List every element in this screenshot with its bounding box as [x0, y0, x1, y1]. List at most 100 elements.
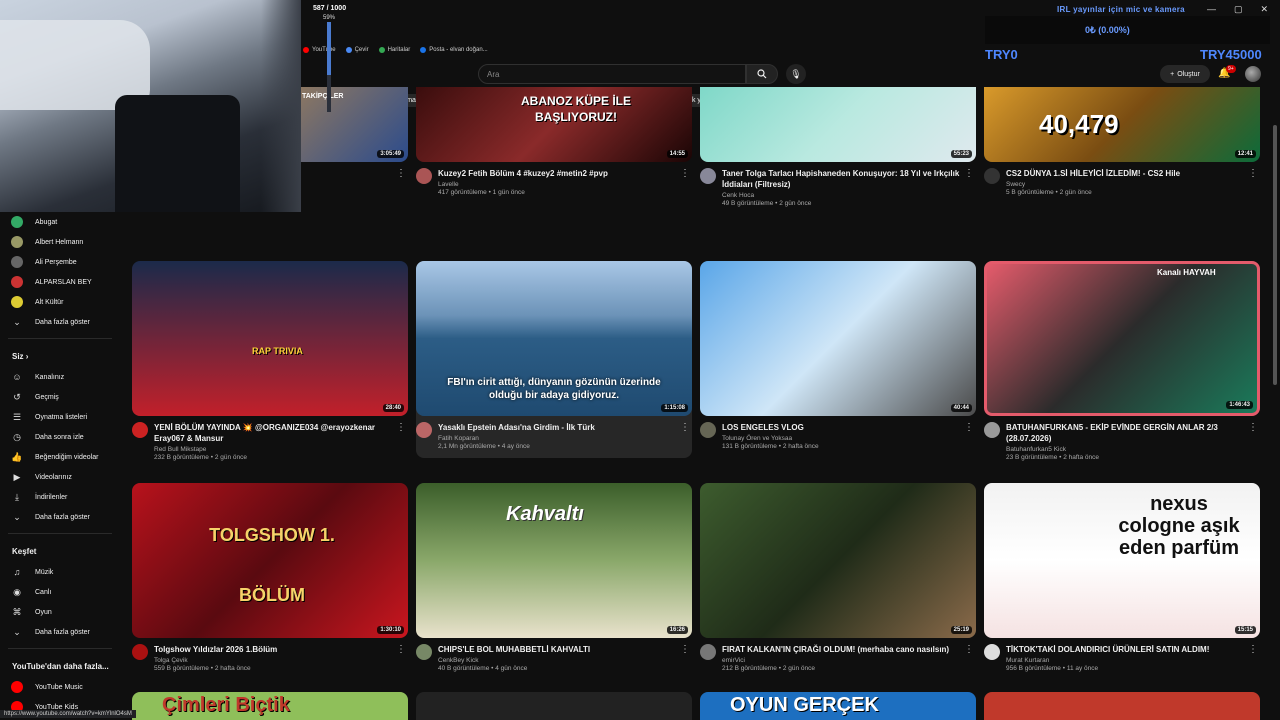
create-button[interactable]: + Oluştur — [1160, 65, 1210, 83]
channel-avatar[interactable] — [416, 422, 432, 438]
maximize-icon[interactable]: ▢ — [1234, 4, 1243, 15]
video-thumbnail[interactable] — [984, 692, 1260, 720]
sidebar-item[interactable]: ALPARSLAN BEY — [0, 272, 120, 292]
sidebar-item-label: İndirilenler — [35, 493, 68, 501]
more-options-icon[interactable]: ⋮ — [396, 168, 406, 179]
video-card[interactable]: 40:44 LOS ENGELES VLOG Tolunay Ören ve Yok… — [700, 261, 976, 450]
video-title[interactable]: Kuzey2 Fetih Bölüm 4 #kuzey2 #metin2 #pv… — [438, 168, 620, 179]
video-thumbnail[interactable]: FBI'ın cirit attığı, dünyanın gözünün üz… — [416, 261, 692, 416]
video-thumbnail[interactable]: 40:44 — [700, 261, 976, 416]
video-text: TİKTOK'TAKİ DOLANDIRICI ÜRÜNLERİ SATIN A… — [1006, 644, 1221, 672]
channel-avatar[interactable] — [984, 422, 1000, 438]
sidebar-item[interactable]: YouTube Music — [0, 677, 120, 697]
more-options-icon[interactable]: ⋮ — [680, 168, 690, 179]
video-thumbnail[interactable]: RAP TRIVIA 28:40 — [132, 261, 408, 416]
sidebar-item[interactable]: ♫ Müzik — [0, 562, 120, 582]
channel-name[interactable]: Tolga Çevik — [154, 657, 289, 664]
video-card[interactable]: Kahvaltı 16:26 CHIPS'LE BOL MUHABBETLİ KAH… — [416, 483, 692, 672]
channel-name[interactable]: emirVici — [722, 657, 961, 664]
video-title[interactable]: CS2 DÜNYA 1.Sİ HİLEYİCİ İZLEDİM! - CS2 H… — [1006, 168, 1192, 179]
channel-avatar[interactable] — [416, 644, 432, 660]
video-thumbnail[interactable]: Çimleri Biçtik — [132, 692, 408, 720]
video-card[interactable]: FBI'ın cirit attığı, dünyanın gözünün üz… — [416, 261, 692, 458]
sidebar-item[interactable]: ◉ Canlı — [0, 582, 120, 602]
sidebar-item[interactable]: ↺ Geçmiş — [0, 387, 120, 407]
sidebar-item[interactable]: ⌘ Oyun — [0, 602, 120, 622]
video-thumbnail[interactable]: Kanalı HAYVAH 1:46:43 — [984, 261, 1260, 416]
channel-avatar[interactable] — [700, 644, 716, 660]
video-title[interactable]: LOS ENGELES VLOG — [722, 422, 819, 433]
scrollbar[interactable] — [1273, 125, 1277, 385]
video-title[interactable]: TİKTOK'TAKİ DOLANDIRICI ÜRÜNLERİ SATIN A… — [1006, 644, 1221, 655]
more-options-icon[interactable]: ⋮ — [680, 422, 690, 433]
channel-name[interactable]: Tolunay Ören ve Yoksaa — [722, 435, 819, 442]
sidebar-item[interactable]: Alt Kültür — [0, 292, 120, 312]
video-thumbnail[interactable]: OYUN GERÇEK — [700, 692, 976, 720]
sidebar-item[interactable]: Abugat — [0, 212, 120, 232]
channel-name[interactable]: Cenk Hoca — [722, 192, 976, 199]
more-options-icon[interactable]: ⋮ — [1248, 422, 1258, 433]
channel-avatar[interactable] — [984, 644, 1000, 660]
minimize-icon[interactable]: — — [1207, 4, 1216, 15]
video-title[interactable]: BATUHANFURKAN5 - EKİP EVİNDE GERGİN ANLA… — [1006, 422, 1260, 444]
sidebar-item[interactable]: ◷ Daha sonra izle — [0, 427, 120, 447]
channel-avatar[interactable] — [700, 422, 716, 438]
sidebar-item[interactable]: Ali Perşembe — [0, 252, 120, 272]
video-thumbnail[interactable]: 25:19 — [700, 483, 976, 638]
video-thumbnail[interactable] — [416, 692, 692, 720]
channel-avatar[interactable] — [416, 168, 432, 184]
more-options-icon[interactable]: ⋮ — [1248, 644, 1258, 655]
channel-name[interactable]: Lavelle — [438, 181, 620, 188]
channel-name[interactable]: CenkBey Kick — [438, 657, 602, 664]
video-thumbnail[interactable]: Kahvaltı 16:26 — [416, 483, 692, 638]
more-options-icon[interactable]: ⋮ — [964, 168, 974, 179]
account-avatar[interactable] — [1245, 66, 1261, 82]
video-title[interactable]: FIRAT KALKAN'IN ÇIRAĞI OLDUM! (merhaba c… — [722, 644, 961, 655]
more-options-icon[interactable]: ⋮ — [396, 644, 406, 655]
video-thumbnail[interactable]: TOLGSHOW 1. BÖLÜM 1:30:10 — [132, 483, 408, 638]
video-title[interactable]: YENİ BÖLÜM YAYINDA 💥 @ORGANIZE034 @erayo… — [154, 422, 408, 444]
more-options-icon[interactable]: ⋮ — [680, 644, 690, 655]
channel-avatar[interactable] — [984, 168, 1000, 184]
video-thumbnail[interactable]: 40,479 12:41 — [984, 87, 1260, 162]
video-card[interactable]: 25:19 FIRAT KALKAN'IN ÇIRAĞI OLDUM! (merh… — [700, 483, 976, 672]
channel-avatar[interactable] — [132, 644, 148, 660]
more-options-icon[interactable]: ⋮ — [964, 644, 974, 655]
channel-name[interactable]: Fatih Koparan — [438, 435, 607, 442]
sidebar-item[interactable]: Albert Helmann — [0, 232, 120, 252]
video-card[interactable]: Kanalı HAYVAH 1:46:43 BATUHANFURKAN5 - EKİ… — [984, 261, 1260, 461]
video-card[interactable]: RAP TRIVIA 28:40 YENİ BÖLÜM YAYINDA 💥 @ORG… — [132, 261, 408, 461]
sidebar-item[interactable]: 👍 Beğendiğim videolar — [0, 447, 120, 467]
sidebar-item[interactable]: ⌄ Daha fazla göster — [0, 312, 120, 332]
video-title[interactable]: Taner Tolga Tarlacı Hapishaneden Konuşuy… — [722, 168, 976, 190]
sidebar-item[interactable]: ▶ Videolarınız — [0, 467, 120, 487]
channel-name[interactable]: Swecy — [1006, 181, 1192, 188]
video-card[interactable]: 40,479 12:41 CS2 DÜNYA 1.Sİ HİLEYİCİ İZLED… — [984, 87, 1260, 196]
channel-name[interactable]: Red Bull Mikstape — [154, 446, 408, 453]
sidebar-section-heading[interactable]: Keşfet — [0, 540, 120, 562]
sidebar-item[interactable]: ⌄ Daha fazla göster — [0, 507, 120, 527]
channel-avatar[interactable] — [700, 168, 716, 184]
sidebar-section-heading[interactable]: YouTube'dan daha fazla... — [0, 655, 120, 677]
more-options-icon[interactable]: ⋮ — [964, 422, 974, 433]
sidebar-item[interactable]: ☺ Kanalınız — [0, 367, 120, 387]
video-title[interactable]: Yasaklı Epstein Adası'na Girdim - İlk Tü… — [438, 422, 607, 433]
video-thumbnail[interactable]: nexus cologne aşık eden parfüm 15:15 — [984, 483, 1260, 638]
close-icon[interactable]: ✕ — [1260, 4, 1268, 15]
sidebar-item[interactable]: ⤓ İndirilenler — [0, 487, 120, 507]
video-stats: 40 B görüntüleme • 4 gün önce — [438, 665, 528, 672]
channel-name[interactable]: Batuhanfurkan5 Kick — [1006, 446, 1260, 453]
channel-name[interactable]: Murat Kurtaran — [1006, 657, 1221, 664]
video-card[interactable]: TOLGSHOW 1. BÖLÜM 1:30:10 Tolgshow Yıldızl… — [132, 483, 408, 672]
thumbnail-text: OYUN GERÇEK — [730, 694, 879, 716]
channel-avatar[interactable] — [132, 422, 148, 438]
more-options-icon[interactable]: ⋮ — [1248, 168, 1258, 179]
sidebar-section-heading[interactable]: Siz › — [0, 345, 120, 367]
video-card[interactable]: nexus cologne aşık eden parfüm 15:15 TİKTO… — [984, 483, 1260, 672]
video-title[interactable]: Tolgshow Yıldızlar 2026 1.Bölüm — [154, 644, 289, 655]
more-options-icon[interactable]: ⋮ — [396, 422, 406, 433]
donation-min-label: TRY0 — [985, 47, 1018, 62]
sidebar-item[interactable]: ⌄ Daha fazla göster — [0, 622, 120, 642]
video-title[interactable]: CHIPS'LE BOL MUHABBETLİ KAHVALTI — [438, 644, 602, 655]
sidebar-item[interactable]: ☰ Oynatma listeleri — [0, 407, 120, 427]
